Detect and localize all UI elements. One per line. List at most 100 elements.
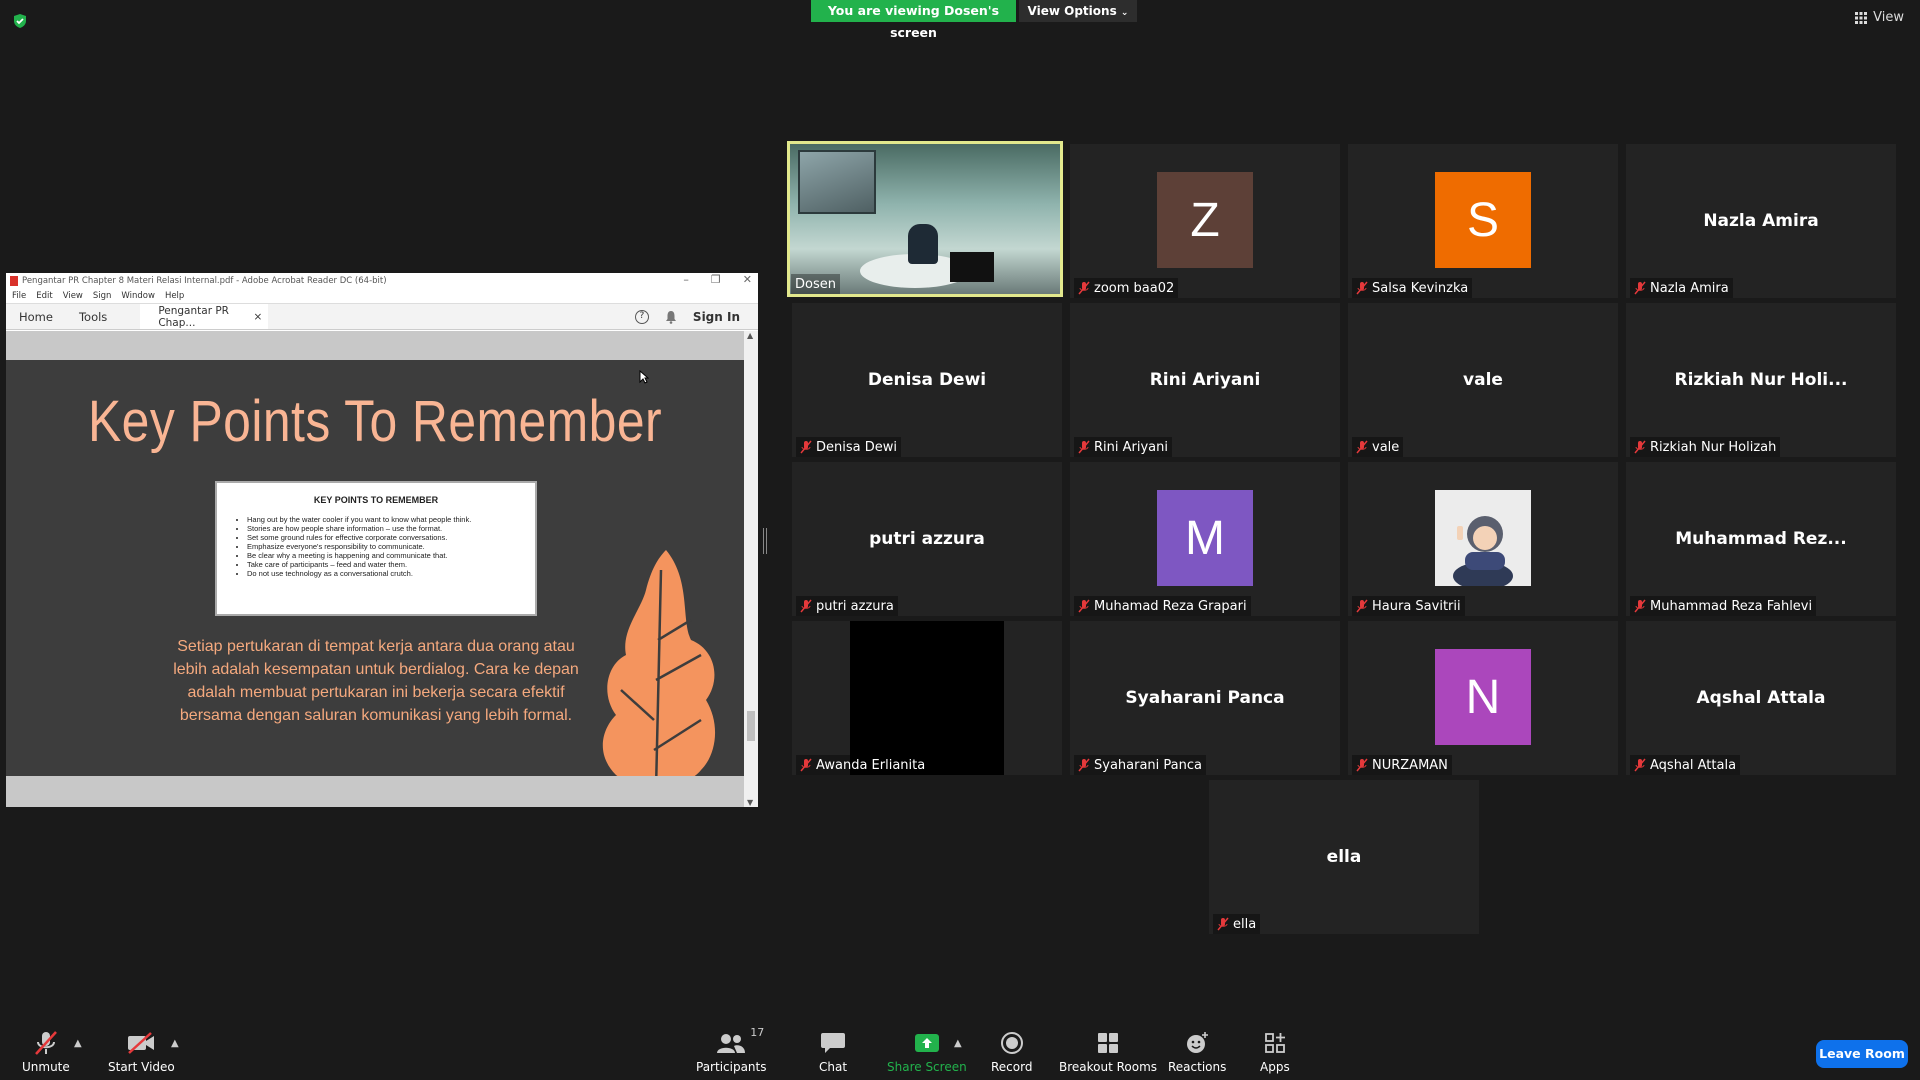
- chat-label: Chat: [819, 1060, 848, 1074]
- participant-avatar: Z: [1157, 172, 1253, 268]
- participant-video: [790, 144, 1060, 294]
- notification-bell-icon[interactable]: [665, 310, 677, 324]
- scroll-down-icon[interactable]: ▼: [747, 798, 753, 807]
- close-icon[interactable]: ✕: [743, 273, 752, 286]
- reactions-button[interactable]: Reactions: [1168, 1030, 1226, 1074]
- tab-tools[interactable]: Tools: [66, 304, 120, 329]
- pdf-icon: [10, 276, 18, 286]
- record-button[interactable]: Record: [991, 1030, 1032, 1074]
- unmute-button[interactable]: Unmute: [22, 1030, 70, 1074]
- participant-avatar: S: [1435, 172, 1531, 268]
- participant-tile[interactable]: Rizkiah Nur Holi... Rizkiah Nur Holizah: [1626, 303, 1896, 457]
- participant-tile[interactable]: Denisa Dewi Denisa Dewi: [792, 303, 1062, 457]
- participant-name-label: Rini Ariyani: [1074, 437, 1172, 457]
- mic-muted-icon: [800, 440, 812, 454]
- apps-button[interactable]: Apps: [1260, 1030, 1290, 1074]
- participant-name: zoom baa02: [1094, 280, 1175, 296]
- video-options-caret-icon[interactable]: ▲: [171, 1038, 179, 1049]
- participant-name-label: Salsa Kevinzka: [1352, 278, 1473, 298]
- participant-tile[interactable]: vale vale: [1348, 303, 1618, 457]
- menu-file[interactable]: File: [12, 291, 26, 301]
- participant-name-label: ella: [1213, 914, 1261, 934]
- view-options-label: View Options: [1027, 4, 1117, 18]
- leave-room-button[interactable]: Leave Room: [1816, 1040, 1908, 1068]
- mic-muted-icon: [1078, 758, 1090, 772]
- start-video-button[interactable]: Start Video: [108, 1030, 175, 1074]
- participant-tile[interactable]: Haura Savitrii: [1348, 462, 1618, 616]
- mic-muted-icon: [1356, 440, 1368, 454]
- encryption-shield-icon[interactable]: [12, 13, 28, 29]
- menu-edit[interactable]: Edit: [36, 291, 52, 301]
- scrollbar-thumb[interactable]: [747, 711, 755, 741]
- menu-view[interactable]: View: [63, 291, 83, 301]
- close-tab-icon[interactable]: ×: [254, 311, 263, 323]
- participant-name: Awanda Erlianita: [816, 757, 926, 773]
- tab-home[interactable]: Home: [6, 304, 66, 329]
- participant-tile[interactable]: putri azzura putri azzura: [792, 462, 1062, 616]
- restore-icon[interactable]: ❐: [711, 273, 721, 286]
- avatar-initial: S: [1466, 193, 1499, 247]
- participant-tile[interactable]: M Muhamad Reza Grapari: [1070, 462, 1340, 616]
- participant-display-name: Aqshal Attala: [1696, 688, 1826, 708]
- participants-button[interactable]: 17 Participants: [696, 1026, 767, 1074]
- participant-name-label: Aqshal Attala: [1630, 755, 1741, 775]
- video-person: [908, 224, 938, 264]
- key-point-item: Set some ground rules for effective corp…: [247, 533, 525, 542]
- participant-tile[interactable]: S Salsa Kevinzka: [1348, 144, 1618, 298]
- participant-tile[interactable]: Syaharani Panca Syaharani Panca: [1070, 621, 1340, 775]
- participant-tile[interactable]: Dosen: [787, 141, 1063, 297]
- audio-options-caret-icon[interactable]: ▲: [74, 1038, 82, 1049]
- participant-name: Rini Ariyani: [1094, 439, 1168, 455]
- participant-tile[interactable]: Awanda Erlianita: [792, 621, 1062, 775]
- participant-tile[interactable]: N NURZAMAN: [1348, 621, 1618, 775]
- projector-screen: [798, 150, 876, 214]
- avatar-initial: N: [1465, 670, 1501, 724]
- minimize-icon[interactable]: –: [683, 273, 689, 286]
- chat-button[interactable]: Chat: [819, 1030, 847, 1074]
- panel-splitter-handle[interactable]: [763, 528, 767, 554]
- breakout-rooms-button[interactable]: Breakout Rooms: [1059, 1030, 1157, 1074]
- participant-name: Muhammad Reza Fahlevi: [1650, 598, 1813, 614]
- record-icon: [1000, 1032, 1023, 1054]
- participant-name: vale: [1372, 439, 1400, 455]
- view-layout-button[interactable]: View: [1855, 10, 1904, 25]
- participant-name-label: putri azzura: [796, 596, 898, 616]
- participant-display-name: Rizkiah Nur Holi...: [1674, 370, 1848, 390]
- participant-name: putri azzura: [816, 598, 894, 614]
- participant-tile[interactable]: ella ella: [1209, 780, 1479, 934]
- grid-view-icon: [1855, 11, 1868, 24]
- chevron-down-icon: ⌄: [1120, 8, 1129, 18]
- participant-display-name: putri azzura: [869, 529, 985, 549]
- share-screen-button[interactable]: Share Screen: [887, 1030, 967, 1074]
- menu-window[interactable]: Window: [121, 291, 155, 301]
- acrobat-window-title: Pengantar PR Chapter 8 Materi Relasi Int…: [22, 276, 387, 286]
- scroll-up-icon[interactable]: ▲: [747, 331, 753, 340]
- vertical-scrollbar[interactable]: ▲ ▼: [744, 331, 758, 807]
- participant-tile[interactable]: Nazla Amira Nazla Amira: [1626, 144, 1896, 298]
- participant-display-name: Nazla Amira: [1703, 211, 1819, 231]
- breakout-rooms-icon: [1098, 1033, 1119, 1053]
- participant-name-label: Nazla Amira: [1630, 278, 1733, 298]
- menu-help[interactable]: Help: [165, 291, 184, 301]
- participant-tile[interactable]: Aqshal Attala Aqshal Attala: [1626, 621, 1896, 775]
- tab-document[interactable]: Pengantar PR Chap... ×: [140, 304, 269, 329]
- participant-tile[interactable]: Z zoom baa02: [1070, 144, 1340, 298]
- participant-photo: [1435, 490, 1531, 586]
- mic-muted-icon: [1078, 440, 1090, 454]
- start-video-label: Start Video: [108, 1060, 175, 1074]
- participant-name-label: Denisa Dewi: [796, 437, 901, 457]
- share-options-caret-icon[interactable]: ▲: [954, 1038, 962, 1049]
- participant-video-black: [850, 621, 1004, 775]
- video-off-icon: [128, 1032, 155, 1054]
- view-options-dropdown[interactable]: View Options ⌄: [1019, 0, 1137, 22]
- participant-tile[interactable]: Rini Ariyani Rini Ariyani: [1070, 303, 1340, 457]
- sign-in-button[interactable]: Sign In: [693, 310, 740, 324]
- slide-title: Key Points To Remember: [87, 389, 663, 454]
- participant-name: Salsa Kevinzka: [1372, 280, 1469, 296]
- meeting-toolbar: Unmute ▲ Start Video ▲ 17 Participants C…: [0, 1020, 1920, 1080]
- help-icon[interactable]: ?: [634, 309, 649, 324]
- participant-display-name: Rini Ariyani: [1149, 370, 1261, 390]
- participant-tile[interactable]: Muhammad Rez... Muhammad Reza Fahlevi: [1626, 462, 1896, 616]
- menu-sign[interactable]: Sign: [93, 291, 112, 301]
- view-label: View: [1873, 10, 1904, 25]
